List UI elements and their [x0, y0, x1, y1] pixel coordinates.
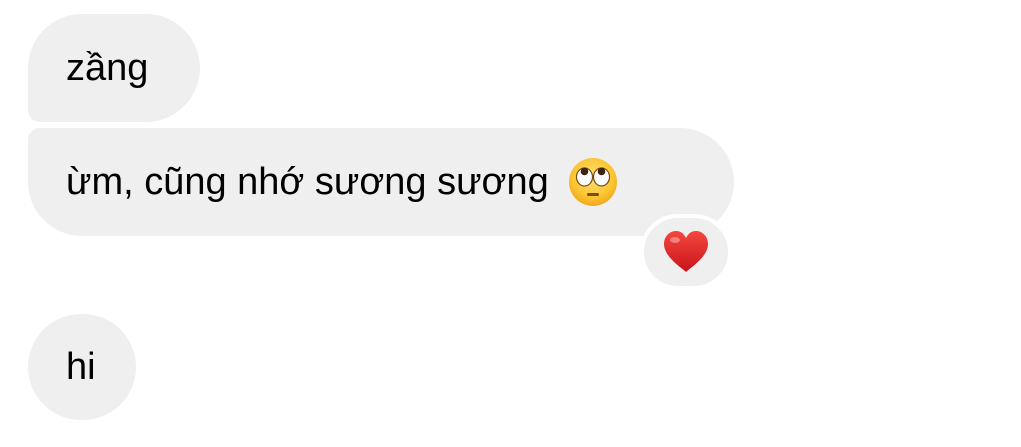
face-with-rolling-eyes-icon — [568, 158, 617, 206]
message-text: ừm, cũng nhớ sương sương — [66, 161, 549, 203]
message-bubble[interactable]: hi — [28, 314, 136, 420]
message-bubble[interactable]: zầng — [28, 14, 200, 122]
reaction-badge[interactable] — [640, 214, 732, 290]
message-text: zầng — [66, 47, 149, 89]
message-text: hi — [66, 346, 96, 388]
message-thread: zầng ừm, cũng nhớ sương sương hi — [0, 0, 1021, 447]
message-bubble[interactable]: ừm, cũng nhớ sương sương — [28, 128, 734, 236]
red-heart-icon — [664, 231, 708, 272]
